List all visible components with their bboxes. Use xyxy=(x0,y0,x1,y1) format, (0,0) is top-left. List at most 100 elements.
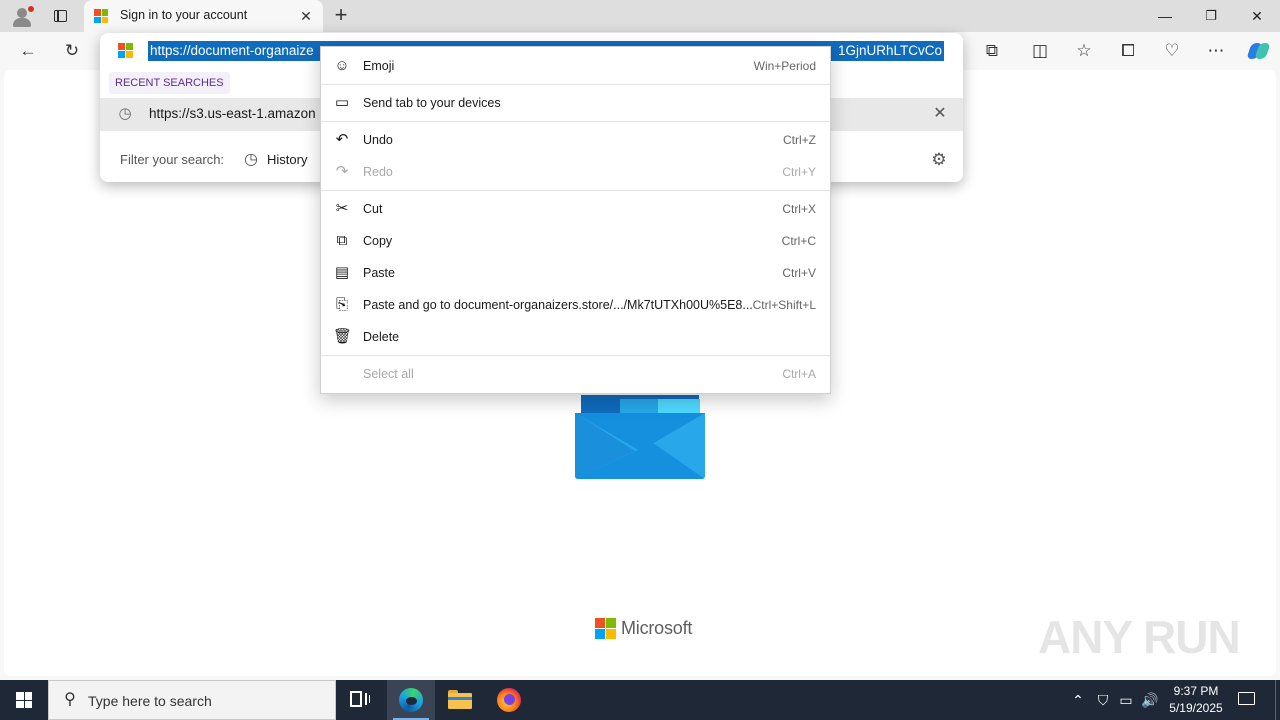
menu-item-label: Paste xyxy=(363,266,395,280)
back-icon[interactable]: ← xyxy=(16,40,40,62)
taskbar: ⚲ Type here to search ⌃ ⛉ ▭ 🔊 9:37 PM 5/… xyxy=(0,680,1280,720)
notifications-icon[interactable] xyxy=(1236,689,1258,711)
redo-icon: ↷ xyxy=(335,163,349,180)
split-screen-icon[interactable]: ◫ xyxy=(1028,40,1052,62)
network-icon[interactable]: ▭ xyxy=(1117,690,1135,710)
windows-logo-icon xyxy=(16,692,32,708)
tab-sign-in[interactable]: Sign in to your account ✕ xyxy=(84,0,323,32)
profile-icon[interactable] xyxy=(8,4,36,28)
minimize-button[interactable]: — xyxy=(1142,0,1188,32)
favorites-icon[interactable]: ☆ xyxy=(1072,40,1096,62)
menu-item-label: Select all xyxy=(363,367,414,381)
history-icon: ◷ xyxy=(244,151,258,168)
security-icon[interactable]: ⛉ xyxy=(1094,690,1112,710)
menu-item-label: Copy xyxy=(363,234,393,248)
menu-item-label: Emoji xyxy=(363,59,395,73)
remove-suggestion-icon[interactable]: ✕ xyxy=(932,106,948,122)
menu-separator xyxy=(321,190,830,191)
tab-close-icon[interactable]: ✕ xyxy=(298,8,314,24)
suggestion-text: https://s3.us-east-1.amazon xyxy=(149,106,316,121)
menu-item-undo[interactable]: ↶ Undo Ctrl+Z xyxy=(321,126,830,154)
url-start: https://document-organaize xyxy=(150,43,314,58)
menu-item-send-tab[interactable]: ▭ Send tab to your devices xyxy=(321,89,830,117)
footer-brand: Microsoft xyxy=(621,618,693,638)
menu-item-copy[interactable]: ⧉ Copy Ctrl+C xyxy=(321,227,830,255)
tab-title: Sign in to your account xyxy=(120,8,248,22)
menu-separator xyxy=(321,355,830,356)
filter-label: Filter your search: xyxy=(120,152,225,167)
show-hidden-icons-icon[interactable]: ⌃ xyxy=(1070,690,1086,710)
show-desktop-button[interactable] xyxy=(1275,680,1276,720)
menu-item-select-all[interactable]: Select all Ctrl+A xyxy=(321,360,830,388)
search-icon: ⚲ xyxy=(64,691,76,708)
send-tab-icon: ▭ xyxy=(334,94,350,111)
menu-item-label: Undo xyxy=(363,133,393,147)
menu-item-redo[interactable]: ↷ Redo Ctrl+Y xyxy=(321,158,830,186)
anyrun-watermark: ANY RUN xyxy=(1038,611,1241,663)
taskbar-edge[interactable] xyxy=(387,680,435,720)
menu-item-cut[interactable]: ✂ Cut Ctrl+X xyxy=(321,195,830,223)
menu-item-label: Cut xyxy=(363,202,383,216)
menu-item-label: Redo xyxy=(363,165,393,179)
clock-date: 5/19/2025 xyxy=(1169,701,1223,715)
cut-icon: ✂ xyxy=(335,200,349,217)
search-settings-icon[interactable]: ⚙ xyxy=(929,150,949,170)
start-button[interactable] xyxy=(0,680,48,720)
restore-button[interactable]: ❐ xyxy=(1188,0,1234,32)
menu-item-delete[interactable]: 🗑 Delete xyxy=(321,323,830,351)
menu-item-shortcut: Ctrl+X xyxy=(782,202,816,216)
menu-item-paste-and-go[interactable]: ⎘ Paste and go to document-organaizers.s… xyxy=(321,291,830,319)
new-tab-icon[interactable]: + xyxy=(330,4,352,28)
more-icon[interactable]: ⋯ xyxy=(1204,40,1228,62)
emoji-icon: ☺ xyxy=(334,57,350,74)
title-bar: Sign in to your account ✕ + — ❐ ✕ xyxy=(0,0,1280,32)
menu-separator xyxy=(321,121,830,122)
clock[interactable]: 9:37 PM 5/19/2025 xyxy=(1160,683,1232,717)
edge-icon xyxy=(399,688,423,712)
task-view-button[interactable] xyxy=(336,680,384,720)
menu-separator xyxy=(321,84,830,85)
filter-history-label: History xyxy=(267,152,308,167)
context-menu: ☺ Emoji Win+Period ▭ Send tab to your de… xyxy=(320,46,831,394)
menu-item-shortcut: Ctrl+C xyxy=(781,234,816,248)
paste-icon: ▤ xyxy=(334,264,350,281)
delete-icon: 🗑 xyxy=(333,328,353,345)
taskbar-search[interactable]: ⚲ Type here to search xyxy=(48,680,336,720)
menu-item-shortcut: Ctrl+A xyxy=(782,367,816,381)
recent-searches-label: RECENT SEARCHES xyxy=(109,72,230,94)
menu-item-paste[interactable]: ▤ Paste Ctrl+V xyxy=(321,259,830,287)
menu-item-shortcut: Ctrl+Y xyxy=(782,165,816,179)
refresh-icon[interactable]: ↻ xyxy=(60,40,84,62)
extensions-icon[interactable]: ⧉ xyxy=(980,40,1004,62)
menu-item-shortcut: Win+Period xyxy=(753,59,816,73)
menu-item-shortcut: Ctrl+V xyxy=(782,266,816,280)
search-placeholder: Type here to search xyxy=(88,693,212,709)
folder-icon xyxy=(448,690,472,709)
menu-item-shortcut: Ctrl+Shift+L xyxy=(752,298,816,312)
history-icon: ◷ xyxy=(118,105,132,122)
microsoft-favicon-icon xyxy=(94,9,108,23)
microsoft-logo-icon xyxy=(595,618,616,639)
menu-item-label: Delete xyxy=(363,330,400,344)
undo-icon: ↶ xyxy=(335,131,349,148)
paste-and-go-icon: ⎘ xyxy=(335,296,348,313)
copy-icon: ⧉ xyxy=(336,232,348,249)
taskbar-firefox[interactable] xyxy=(485,680,533,720)
mail-illustration xyxy=(575,395,705,479)
close-window-button[interactable]: ✕ xyxy=(1234,0,1280,32)
tab-actions-icon[interactable] xyxy=(48,6,72,26)
clock-time: 9:37 PM xyxy=(1173,684,1219,698)
browser-essentials-icon[interactable]: ♡ xyxy=(1160,40,1184,62)
copilot-icon[interactable] xyxy=(1246,40,1271,62)
menu-item-label: Send tab to your devices xyxy=(363,96,501,110)
menu-item-label: Paste and go to document-organaizers.sto… xyxy=(363,298,753,312)
taskbar-file-explorer[interactable] xyxy=(436,680,484,720)
collections-icon[interactable]: ⧠ xyxy=(1116,40,1140,62)
firefox-icon xyxy=(497,688,521,712)
url-end: 1GjnURhLTCvCo xyxy=(831,41,942,61)
menu-item-shortcut: Ctrl+Z xyxy=(783,133,816,147)
task-view-icon xyxy=(350,691,370,709)
menu-item-emoji[interactable]: ☺ Emoji Win+Period xyxy=(321,52,830,80)
volume-icon[interactable]: 🔊 xyxy=(1141,690,1159,710)
site-info-icon[interactable] xyxy=(118,43,133,58)
